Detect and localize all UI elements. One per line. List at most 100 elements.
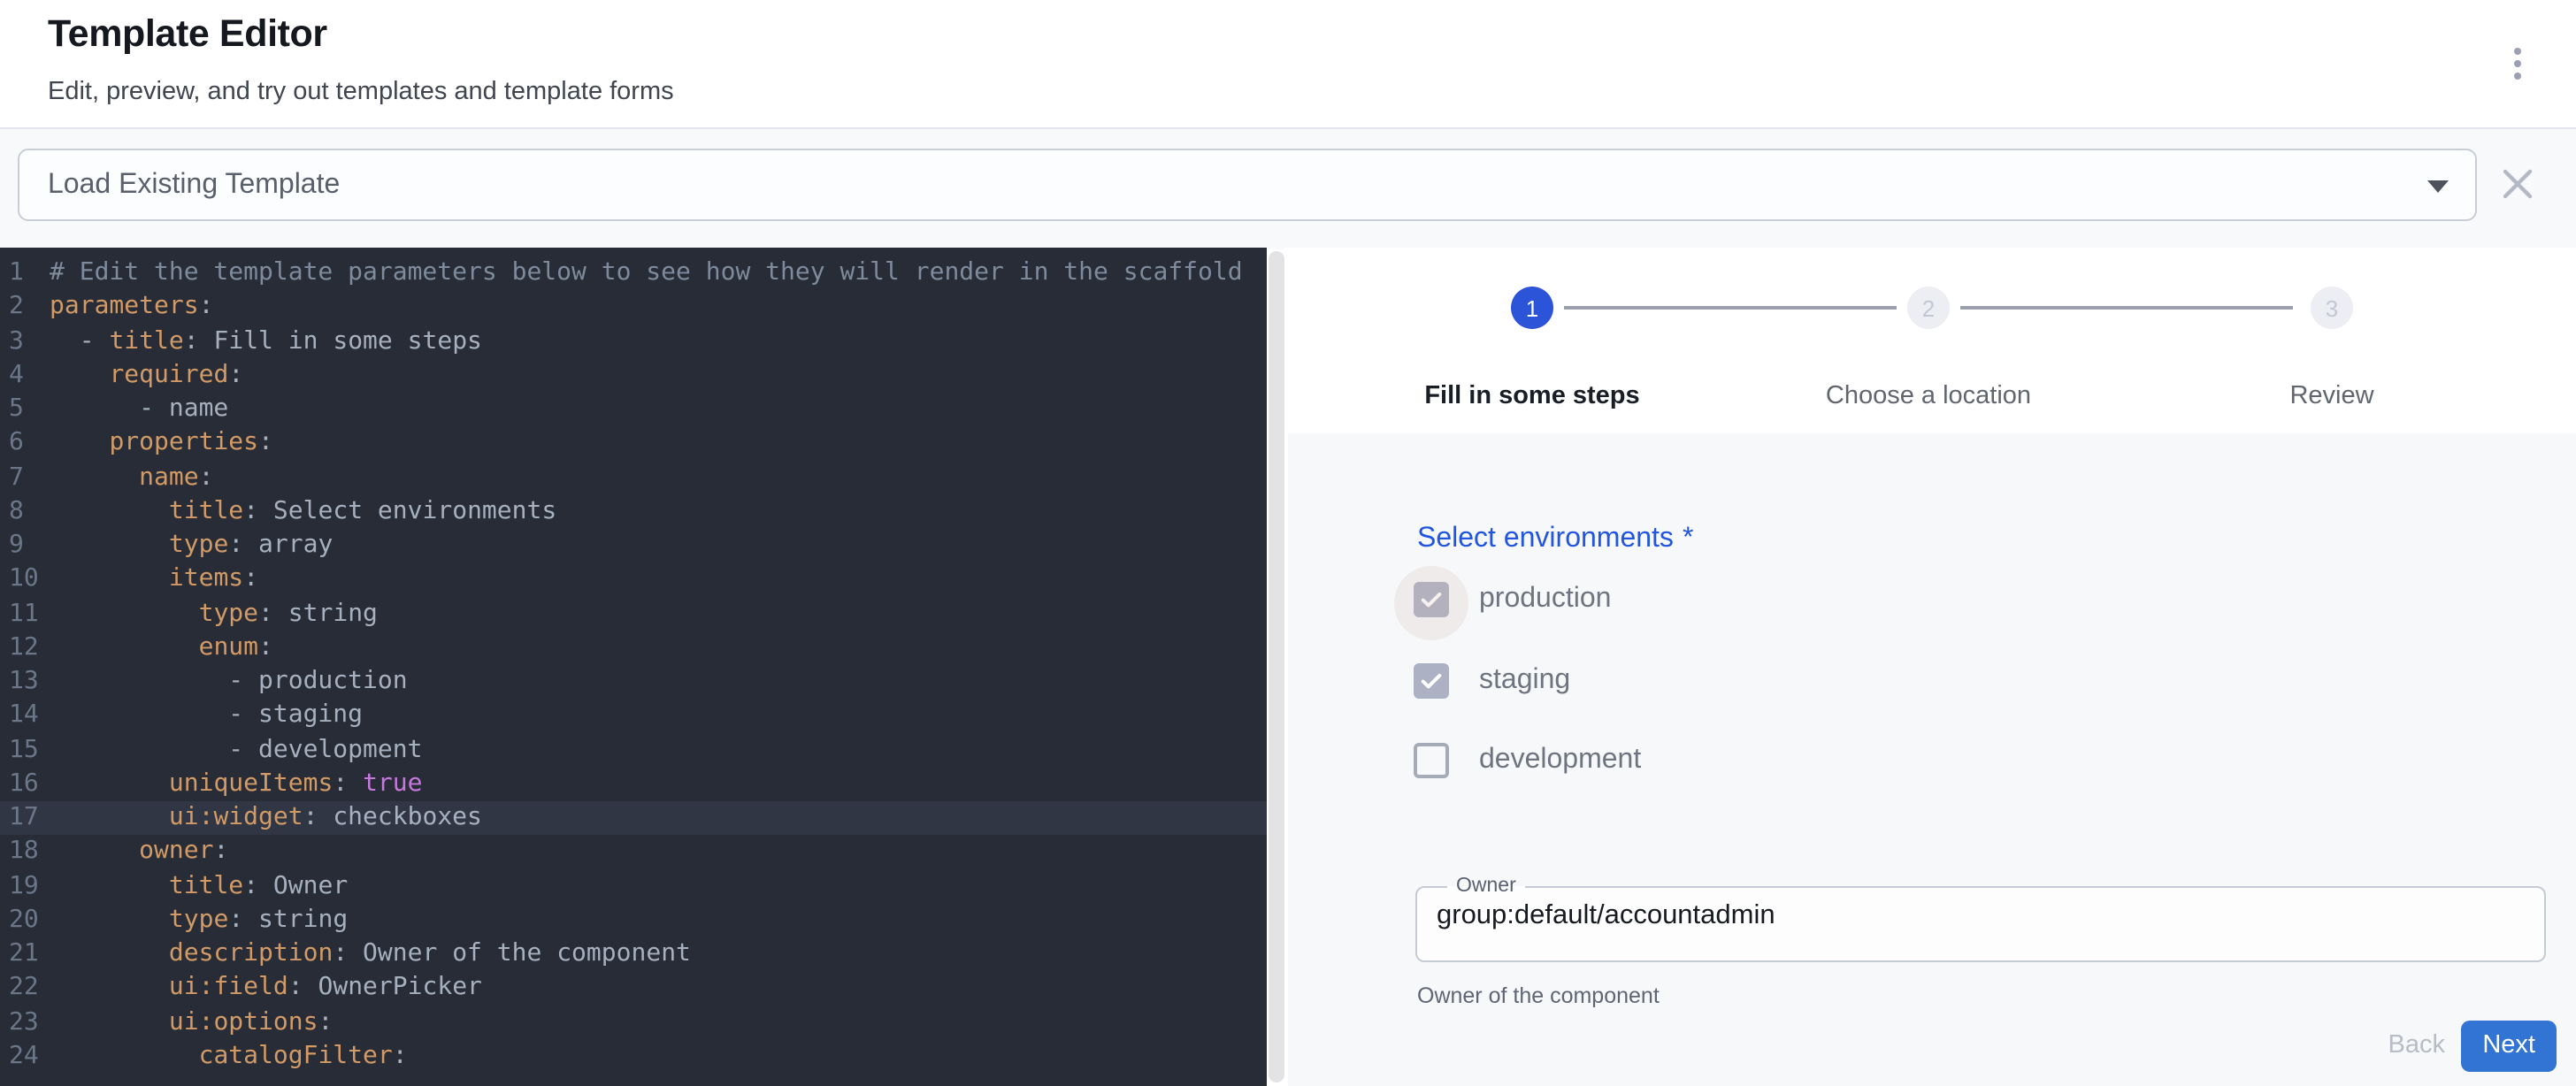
owner-field-label: Owner xyxy=(1447,876,1525,897)
kebab-menu-icon xyxy=(2514,49,2521,56)
code-line: 1# Edit the template parameters below to… xyxy=(0,256,1267,291)
owner-field-value[interactable]: group:default/accountadmin xyxy=(1437,900,2544,932)
code-line: 7 name: xyxy=(0,461,1267,495)
line-number: 8 xyxy=(0,495,50,530)
code-line: 17 ui:widget: checkboxes xyxy=(0,801,1267,836)
line-content: parameters: xyxy=(50,291,213,325)
code-line: 19 title: Owner xyxy=(0,869,1267,904)
checkbox-unchecked-icon[interactable] xyxy=(1414,743,1449,778)
code-line: 18 owner: xyxy=(0,836,1267,870)
page-title: Template Editor xyxy=(48,12,327,57)
line-content: - title: Fill in some steps xyxy=(50,325,482,359)
checkbox-option-production[interactable]: production xyxy=(1414,578,1611,621)
line-number: 14 xyxy=(0,700,50,734)
line-content: uniqueItems: true xyxy=(50,768,423,802)
line-number: 24 xyxy=(0,1040,50,1075)
step-label-3: Review xyxy=(2137,382,2526,410)
owner-helper-text: Owner of the component xyxy=(1417,983,1660,1008)
load-template-placeholder: Load Existing Template xyxy=(48,169,340,201)
checkbox-checked-icon[interactable] xyxy=(1414,662,1449,698)
line-number: 18 xyxy=(0,836,50,870)
line-content: - production xyxy=(50,665,408,700)
line-number: 16 xyxy=(0,768,50,802)
stepper: 1Fill in some steps2Choose a location3Re… xyxy=(1284,248,2576,433)
line-content: properties: xyxy=(50,427,273,462)
code-line: 3 - title: Fill in some steps xyxy=(0,325,1267,359)
code-line: 14 - staging xyxy=(0,700,1267,734)
line-content: - name xyxy=(50,393,228,427)
line-number: 1 xyxy=(0,256,50,291)
line-content: # Edit the template parameters below to … xyxy=(50,256,1243,291)
code-line: 6 properties: xyxy=(0,427,1267,462)
resize-handle[interactable] xyxy=(1269,251,1284,1082)
template-editor-page: Template Editor Edit, preview, and try o… xyxy=(0,0,2576,1086)
line-content: - development xyxy=(50,733,422,768)
code-line: 15 - development xyxy=(0,733,1267,768)
line-content: items: xyxy=(50,563,258,598)
line-content: title: Owner xyxy=(50,869,348,904)
next-button[interactable]: Next xyxy=(2461,1021,2557,1072)
load-template-select[interactable]: Load Existing Template xyxy=(18,149,2477,221)
code-line: 22 ui:field: OwnerPicker xyxy=(0,972,1267,1006)
line-content: ui:options: xyxy=(50,1006,333,1040)
more-options-button[interactable] xyxy=(2500,39,2535,88)
checkbox-option-development[interactable]: development xyxy=(1414,739,1641,782)
line-content: - staging xyxy=(50,700,363,734)
step-label-1: Fill in some steps xyxy=(1338,382,1727,410)
code-line: 2parameters: xyxy=(0,291,1267,325)
code-editor[interactable]: 1# Edit the template parameters below to… xyxy=(0,248,1267,1086)
code-line: 16 uniqueItems: true xyxy=(0,768,1267,802)
code-line: 5 - name xyxy=(0,393,1267,427)
step-circle-2: 2 xyxy=(1907,287,1950,329)
checkbox-option-staging[interactable]: staging xyxy=(1414,659,1570,701)
code-line: 21 description: Owner of the component xyxy=(0,937,1267,972)
code-line: 12 enum: xyxy=(0,631,1267,666)
environments-label: Select environments * xyxy=(1417,524,1693,555)
required-asterisk: * xyxy=(1683,524,1693,554)
line-number: 22 xyxy=(0,972,50,1006)
checkbox-label[interactable]: production xyxy=(1479,584,1611,616)
line-number: 4 xyxy=(0,359,50,394)
line-content: ui:field: OwnerPicker xyxy=(50,972,482,1006)
line-content: required: xyxy=(50,359,243,394)
code-line: 23 ui:options: xyxy=(0,1006,1267,1040)
owner-field[interactable]: Owner group:default/accountadmin xyxy=(1415,876,2546,962)
line-content: description: Owner of the component xyxy=(50,937,691,972)
kebab-menu-icon xyxy=(2514,72,2521,79)
line-number: 9 xyxy=(0,529,50,563)
code-line: 9 type: array xyxy=(0,529,1267,563)
line-number: 19 xyxy=(0,869,50,904)
code-line: 8 title: Select environments xyxy=(0,495,1267,530)
checkbox-label[interactable]: staging xyxy=(1479,664,1570,696)
line-number: 10 xyxy=(0,563,50,598)
code-line: 11 type: string xyxy=(0,597,1267,631)
checkbox-checked-icon[interactable] xyxy=(1414,582,1449,617)
step-circle-1: 1 xyxy=(1511,287,1553,329)
line-content: title: Select environments xyxy=(50,495,556,530)
code-line: 10 items: xyxy=(0,563,1267,598)
page-subtitle: Edit, preview, and try out templates and… xyxy=(48,78,674,106)
code-line: 13 - production xyxy=(0,665,1267,700)
line-content: enum: xyxy=(50,631,273,666)
back-button[interactable]: Back xyxy=(2388,1021,2446,1072)
line-number: 3 xyxy=(0,325,50,359)
line-number: 7 xyxy=(0,461,50,495)
close-icon[interactable] xyxy=(2500,166,2535,202)
line-number: 15 xyxy=(0,733,50,768)
checkbox-label[interactable]: development xyxy=(1479,745,1641,776)
step-connector xyxy=(1564,306,1897,309)
line-number: 5 xyxy=(0,393,50,427)
line-content: catalogFilter: xyxy=(50,1040,408,1075)
kebab-menu-icon xyxy=(2514,60,2521,67)
line-number: 21 xyxy=(0,937,50,972)
code-lines: 1# Edit the template parameters below to… xyxy=(0,256,1267,1074)
code-line: 24 catalogFilter: xyxy=(0,1040,1267,1075)
line-content: name: xyxy=(50,461,213,495)
line-number: 2 xyxy=(0,291,50,325)
line-content: type: string xyxy=(50,597,378,631)
line-number: 20 xyxy=(0,904,50,938)
chevron-down-icon xyxy=(2427,180,2449,193)
checkbox-hover-halo xyxy=(1394,566,1468,640)
line-number: 12 xyxy=(0,631,50,666)
environments-label-text: Select environments xyxy=(1417,524,1674,554)
